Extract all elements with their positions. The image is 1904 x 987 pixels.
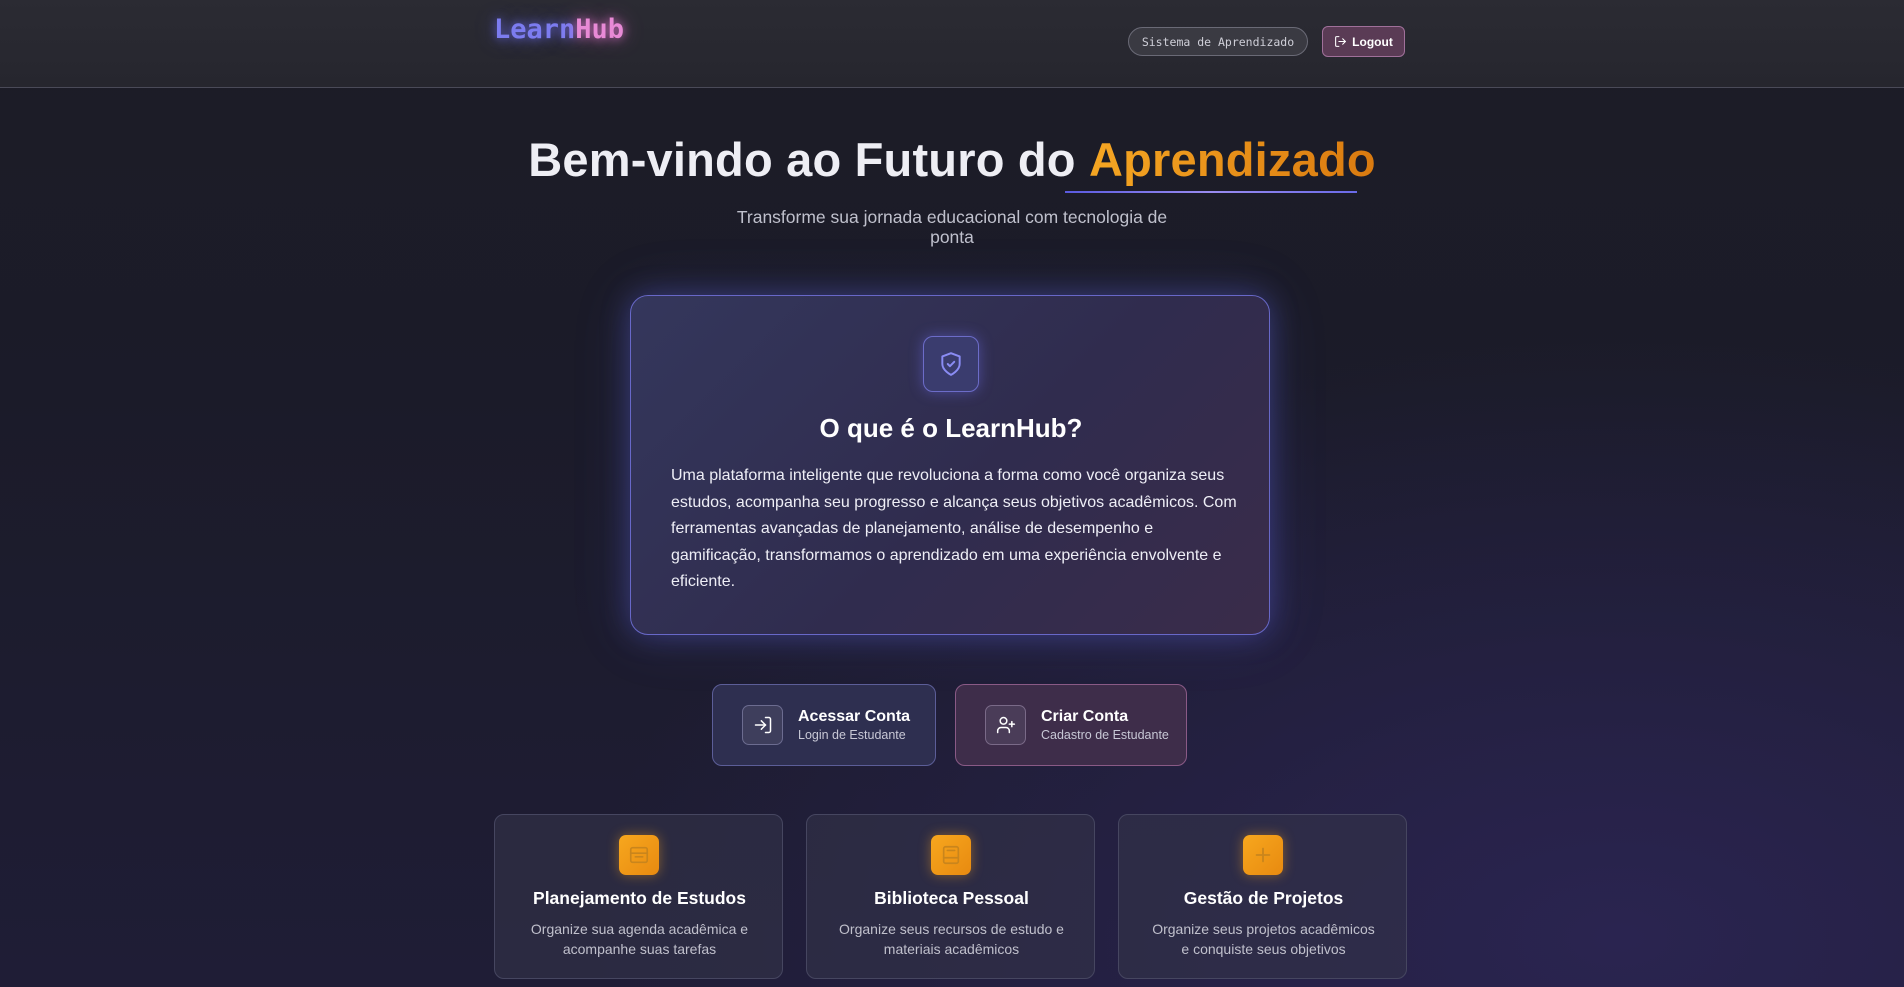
system-badge: Sistema de Aprendizado — [1128, 27, 1308, 56]
about-description: Uma plataforma inteligente que revolucio… — [671, 467, 1237, 590]
about-title: O que é o LearnHub? — [819, 413, 1083, 443]
signup-title: Criar Conta — [1041, 708, 1129, 725]
feature-card-projects[interactable]: Gestão de Projetos Organize seus projeto… — [1118, 814, 1407, 979]
login-subtitle: Login de Estudante — [798, 728, 906, 742]
top-navbar: LearnHub Sistema de Aprendizado Logout — [0, 0, 1904, 88]
feature-title: Gestão de Projetos — [1183, 888, 1344, 908]
book-icon — [931, 835, 971, 875]
about-card: O que é o LearnHub? Uma plataforma intel… — [630, 295, 1270, 635]
logout-icon — [1335, 36, 1347, 47]
hero-title: Bem-vindo ao Futuro do Aprendizado — [0, 132, 1904, 187]
plus-icon — [1243, 835, 1283, 875]
calendar-icon — [619, 835, 659, 875]
logo-text-learn: Learn — [494, 14, 576, 45]
shield-check-icon — [923, 336, 979, 392]
login-title: Acessar Conta — [798, 708, 911, 725]
feature-card-planning[interactable]: Planejamento de Estudos Organize sua age… — [494, 814, 783, 979]
logout-label: Logout — [1352, 34, 1393, 49]
feature-description: Organize seus recursos de estudo e mater… — [839, 921, 1064, 957]
user-plus-icon — [985, 705, 1026, 745]
login-button[interactable]: Acessar Conta Login de Estudante — [712, 684, 936, 766]
login-icon — [742, 705, 783, 745]
hero-subtitle: Transforme sua jornada educacional com t… — [736, 207, 1168, 247]
learnhub-logo[interactable]: LearnHub — [494, 14, 624, 48]
feature-card-library[interactable]: Biblioteca Pessoal Organize seus recurso… — [806, 814, 1095, 979]
signup-button[interactable]: Criar Conta Cadastro de Estudante — [955, 684, 1187, 766]
hero-title-accent: Aprendizado — [1088, 133, 1376, 186]
hero-title-underline — [1065, 191, 1357, 193]
logo-text-hub: Hub — [575, 14, 625, 45]
hero-title-main: Bem-vindo ao Futuro do — [528, 133, 1089, 186]
feature-description: Organize seus projetos acadêmicos e conq… — [1152, 921, 1375, 957]
feature-title: Planejamento de Estudos — [533, 888, 746, 908]
feature-description: Organize sua agenda acadêmica e acompanh… — [530, 921, 749, 957]
logout-button[interactable]: Logout — [1322, 26, 1405, 57]
signup-subtitle: Cadastro de Estudante — [1041, 728, 1169, 742]
feature-title: Biblioteca Pessoal — [874, 888, 1029, 908]
